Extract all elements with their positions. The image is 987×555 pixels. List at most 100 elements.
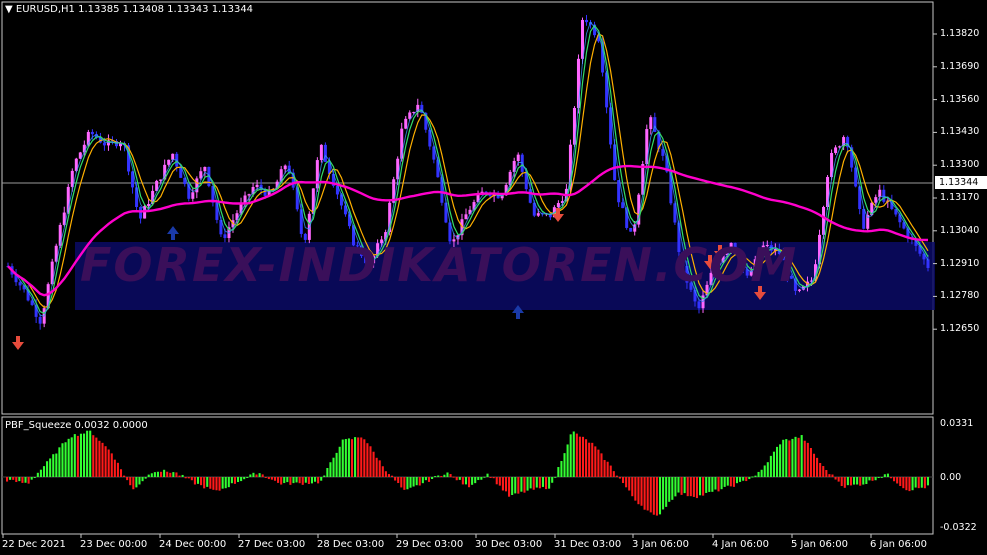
candle-body: [834, 147, 838, 153]
histogram-bar: [464, 477, 467, 485]
histogram-bar: [819, 462, 822, 477]
time-label: 27 Dec 03:00: [238, 539, 306, 550]
chart-menu-arrow-icon[interactable]: ▼: [5, 4, 13, 15]
price-label: 1.13690: [940, 60, 980, 72]
histogram-bar: [70, 437, 73, 477]
histogram-bar: [73, 434, 76, 477]
price-label: 1.13170: [940, 192, 980, 203]
histogram-bar: [695, 477, 698, 499]
histogram-bar: [320, 477, 323, 481]
histogram-bar: [169, 472, 172, 477]
histogram-bar: [357, 437, 360, 477]
histogram-bar: [452, 476, 455, 478]
histogram-bar: [591, 442, 594, 477]
histogram-bar: [98, 440, 101, 477]
histogram-bar: [655, 477, 658, 516]
histogram-bar: [424, 477, 427, 481]
histogram-bar: [153, 472, 156, 477]
price-label: 1.13560: [940, 93, 980, 105]
histogram-bar: [30, 477, 33, 480]
histogram-bar: [504, 477, 508, 492]
histogram-bar: [126, 477, 129, 481]
histogram-bar: [754, 475, 757, 477]
histogram-bar: [233, 477, 236, 484]
candle-body: [516, 154, 520, 161]
histogram-bar: [735, 477, 739, 484]
histogram-bar: [575, 433, 578, 477]
time-label: 4 Jan 06:00: [712, 539, 769, 550]
histogram-bar: [193, 477, 196, 485]
histogram-bar: [397, 477, 400, 484]
histogram-bar: [859, 477, 862, 486]
candle-body: [605, 72, 609, 108]
histogram-bar: [757, 471, 760, 477]
histogram-bar: [400, 477, 403, 488]
histogram-bar: [572, 431, 575, 477]
histogram-bar: [83, 433, 86, 477]
histogram-bar: [440, 475, 443, 477]
histogram-bar: [443, 474, 446, 477]
chart-window[interactable]: FOREX-INDIKATOREN.COM ▼ EURUSD,H1 1.1338…: [0, 0, 987, 555]
histogram-bar: [739, 477, 742, 482]
ohlc-values: 1.13385 1.13408 1.13343 1.13344: [78, 4, 254, 15]
histogram-bar: [566, 444, 569, 477]
histogram-bar: [683, 477, 686, 494]
histogram-bar: [366, 443, 369, 477]
watermark: FOREX-INDIKATOREN.COM: [80, 238, 799, 292]
histogram-bar: [258, 473, 261, 477]
histogram-bar: [856, 477, 859, 485]
histogram-bar: [883, 474, 886, 477]
histogram-bar: [680, 477, 683, 495]
histogram-bar: [27, 477, 30, 484]
histogram-bar: [335, 452, 338, 477]
histogram-bar: [723, 477, 726, 487]
histogram-bar: [52, 454, 55, 477]
histogram-bar: [834, 477, 837, 480]
histogram-bar: [803, 440, 806, 477]
histogram-bar: [110, 453, 113, 477]
histogram-bar: [101, 442, 104, 477]
histogram-bar: [782, 439, 785, 477]
histogram-bar: [785, 439, 788, 477]
time-label: 23 Dec 00:00: [80, 539, 148, 550]
histogram-bar: [686, 477, 689, 497]
histogram-bar: [896, 477, 899, 484]
histogram-bar: [501, 477, 504, 491]
histogram-bar: [449, 474, 452, 477]
histogram-bar: [363, 439, 366, 477]
histogram-bar: [150, 473, 153, 477]
histogram-bar: [458, 477, 461, 480]
histogram-bar: [304, 477, 307, 483]
histogram-bar: [409, 477, 412, 488]
histogram-bar: [606, 461, 609, 477]
histogram-bar: [270, 477, 273, 480]
histogram-bar: [545, 477, 548, 490]
histogram-bar: [600, 453, 603, 477]
histogram-bar: [563, 453, 566, 477]
histogram-bar: [123, 475, 126, 477]
histogram-bar: [323, 475, 326, 477]
histogram-bar: [255, 474, 258, 477]
histogram-bar: [224, 477, 227, 489]
histogram-bar: [412, 477, 415, 487]
histogram-bar: [720, 477, 723, 490]
histogram-bar: [446, 472, 449, 477]
histogram-bar: [692, 477, 695, 497]
histogram-bar: [843, 477, 846, 488]
candle-body: [247, 194, 251, 196]
histogram-bar: [277, 477, 280, 483]
histogram-bar: [658, 477, 662, 515]
histogram-bar: [868, 477, 871, 481]
histogram-bar: [588, 442, 591, 477]
histogram-bar: [489, 477, 492, 478]
histogram-bar: [486, 473, 489, 477]
histogram-bar: [585, 439, 588, 477]
histogram-bar: [618, 477, 621, 479]
histogram-bar: [581, 436, 585, 477]
histogram-bar: [243, 477, 246, 480]
histogram-bar: [267, 477, 270, 480]
histogram-bar: [431, 477, 434, 480]
histogram-bar: [92, 435, 95, 477]
candle-body: [311, 188, 315, 214]
candle-body: [926, 259, 930, 268]
